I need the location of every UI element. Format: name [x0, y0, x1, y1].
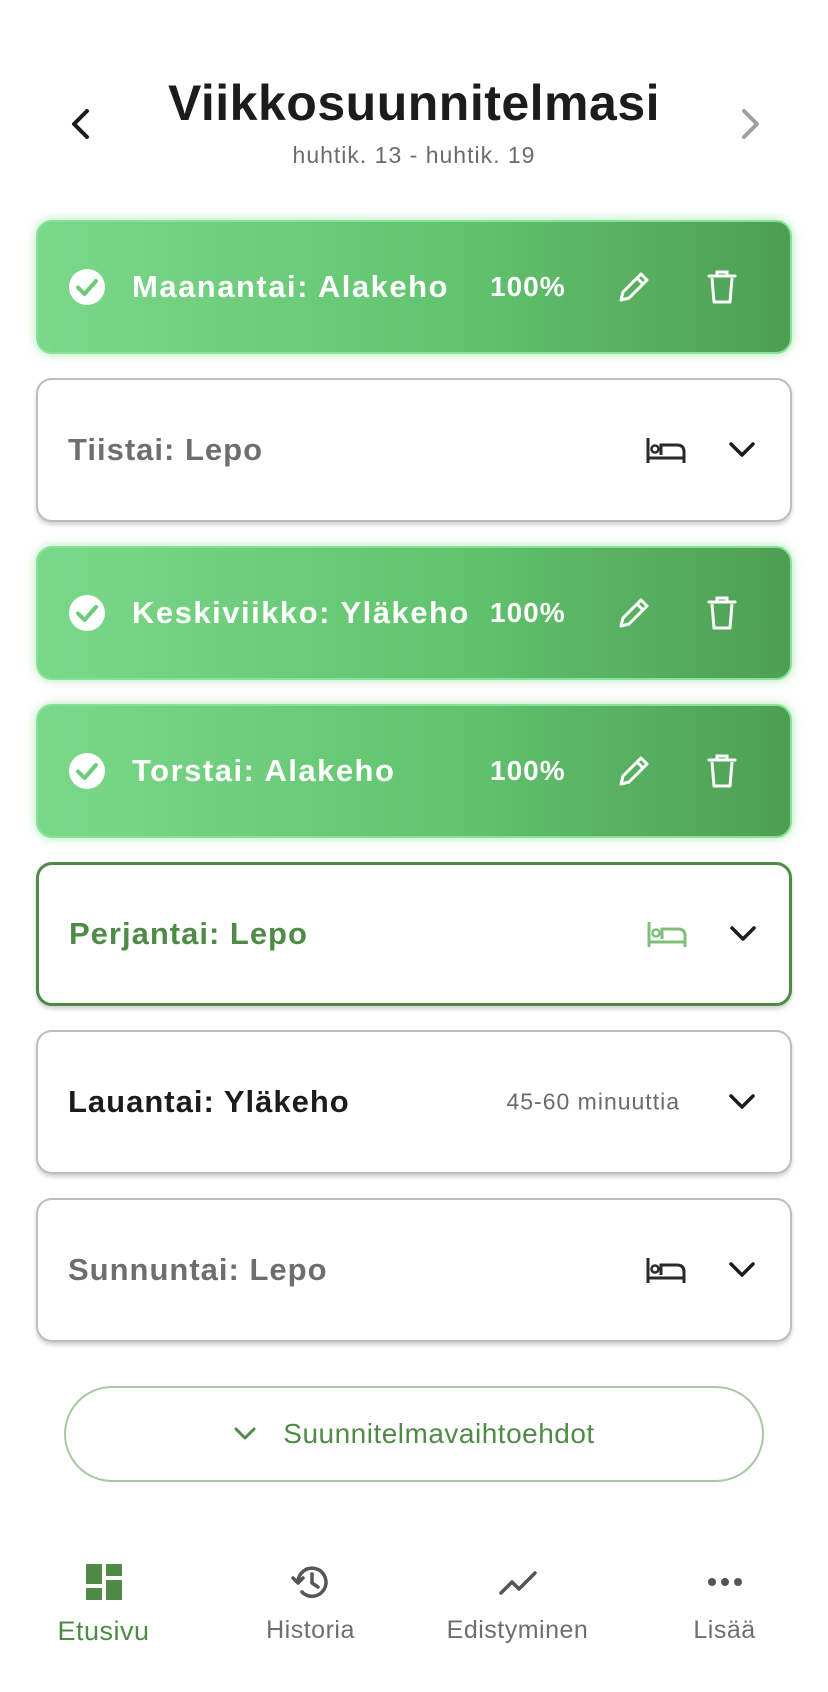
edit-icon[interactable] — [616, 753, 652, 789]
bed-icon — [647, 922, 687, 947]
nav-label: Historia — [266, 1616, 355, 1644]
nav-item-history[interactable]: Historia — [207, 1540, 414, 1692]
delete-icon[interactable] — [706, 269, 738, 305]
chevron-down-icon[interactable] — [728, 440, 756, 460]
bottom-navigation: Etusivu Historia Edistyminen Lisää — [0, 1540, 828, 1692]
day-card-saturday[interactable]: Lauantai: Yläkeho 45-60 minuuttia — [36, 1030, 792, 1174]
delete-icon[interactable] — [706, 595, 738, 631]
nav-item-progress[interactable]: Edistyminen — [414, 1540, 621, 1692]
dashboard-icon — [85, 1564, 122, 1600]
nav-label: Lisää — [693, 1616, 756, 1644]
day-label: Perjantai: Lepo — [69, 916, 308, 951]
day-progress: 100% — [490, 271, 566, 302]
next-week-button[interactable] — [722, 96, 778, 152]
check-circle-icon — [69, 753, 105, 789]
day-label: Maanantai: Alakeho — [132, 269, 449, 304]
plan-options-label: Suunnitelmavaihtoehdot — [283, 1418, 595, 1449]
weekly-plan-list: Maanantai: Alakeho 100% Tiistai: Lepo Ke… — [36, 220, 792, 1366]
day-card-monday[interactable]: Maanantai: Alakeho 100% — [36, 220, 792, 354]
chevron-down-icon[interactable] — [728, 1260, 756, 1280]
edit-icon[interactable] — [616, 595, 652, 631]
workout-duration: 45-60 minuuttia — [506, 1088, 680, 1115]
nav-label: Etusivu — [57, 1616, 150, 1646]
more-icon — [707, 1578, 742, 1586]
day-label: Keskiviikko: Yläkeho — [132, 595, 470, 630]
history-icon — [290, 1566, 328, 1598]
chevron-down-icon — [234, 1427, 256, 1440]
day-label: Tiistai: Lepo — [68, 432, 264, 467]
day-card-friday[interactable]: Perjantai: Lepo — [36, 862, 792, 1006]
check-circle-icon — [69, 595, 105, 631]
day-label: Sunnuntai: Lepo — [68, 1252, 328, 1287]
bed-icon — [646, 438, 686, 463]
page-title: Viikkosuunnitelmasi — [167, 75, 661, 131]
nav-label: Edistyminen — [446, 1616, 589, 1644]
day-label: Torstai: Alakeho — [132, 753, 396, 788]
day-card-tuesday[interactable]: Tiistai: Lepo — [36, 378, 792, 522]
trending-icon — [498, 1571, 537, 1595]
day-progress: 100% — [490, 597, 566, 628]
plan-options-button[interactable]: Suunnitelmavaihtoehdot — [64, 1386, 764, 1482]
chevron-down-icon[interactable] — [729, 924, 757, 944]
nav-item-more[interactable]: Lisää — [621, 1540, 828, 1692]
chevron-right-icon — [742, 109, 759, 139]
day-card-thursday[interactable]: Torstai: Alakeho 100% — [36, 704, 792, 838]
day-card-wednesday[interactable]: Keskiviikko: Yläkeho 100% — [36, 546, 792, 680]
day-progress: 100% — [490, 755, 566, 786]
header: Viikkosuunnitelmasi huhtik. 13 - huhtik.… — [0, 0, 828, 200]
check-circle-icon — [69, 269, 105, 305]
day-label: Lauantai: Yläkeho — [68, 1084, 350, 1119]
edit-icon[interactable] — [616, 269, 652, 305]
delete-icon[interactable] — [706, 753, 738, 789]
chevron-down-icon[interactable] — [728, 1092, 756, 1112]
nav-item-home[interactable]: Etusivu — [0, 1540, 207, 1692]
bed-icon — [646, 1258, 686, 1283]
week-date-range: huhtik. 13 - huhtik. 19 — [292, 142, 536, 168]
day-card-sunday[interactable]: Sunnuntai: Lepo — [36, 1198, 792, 1342]
